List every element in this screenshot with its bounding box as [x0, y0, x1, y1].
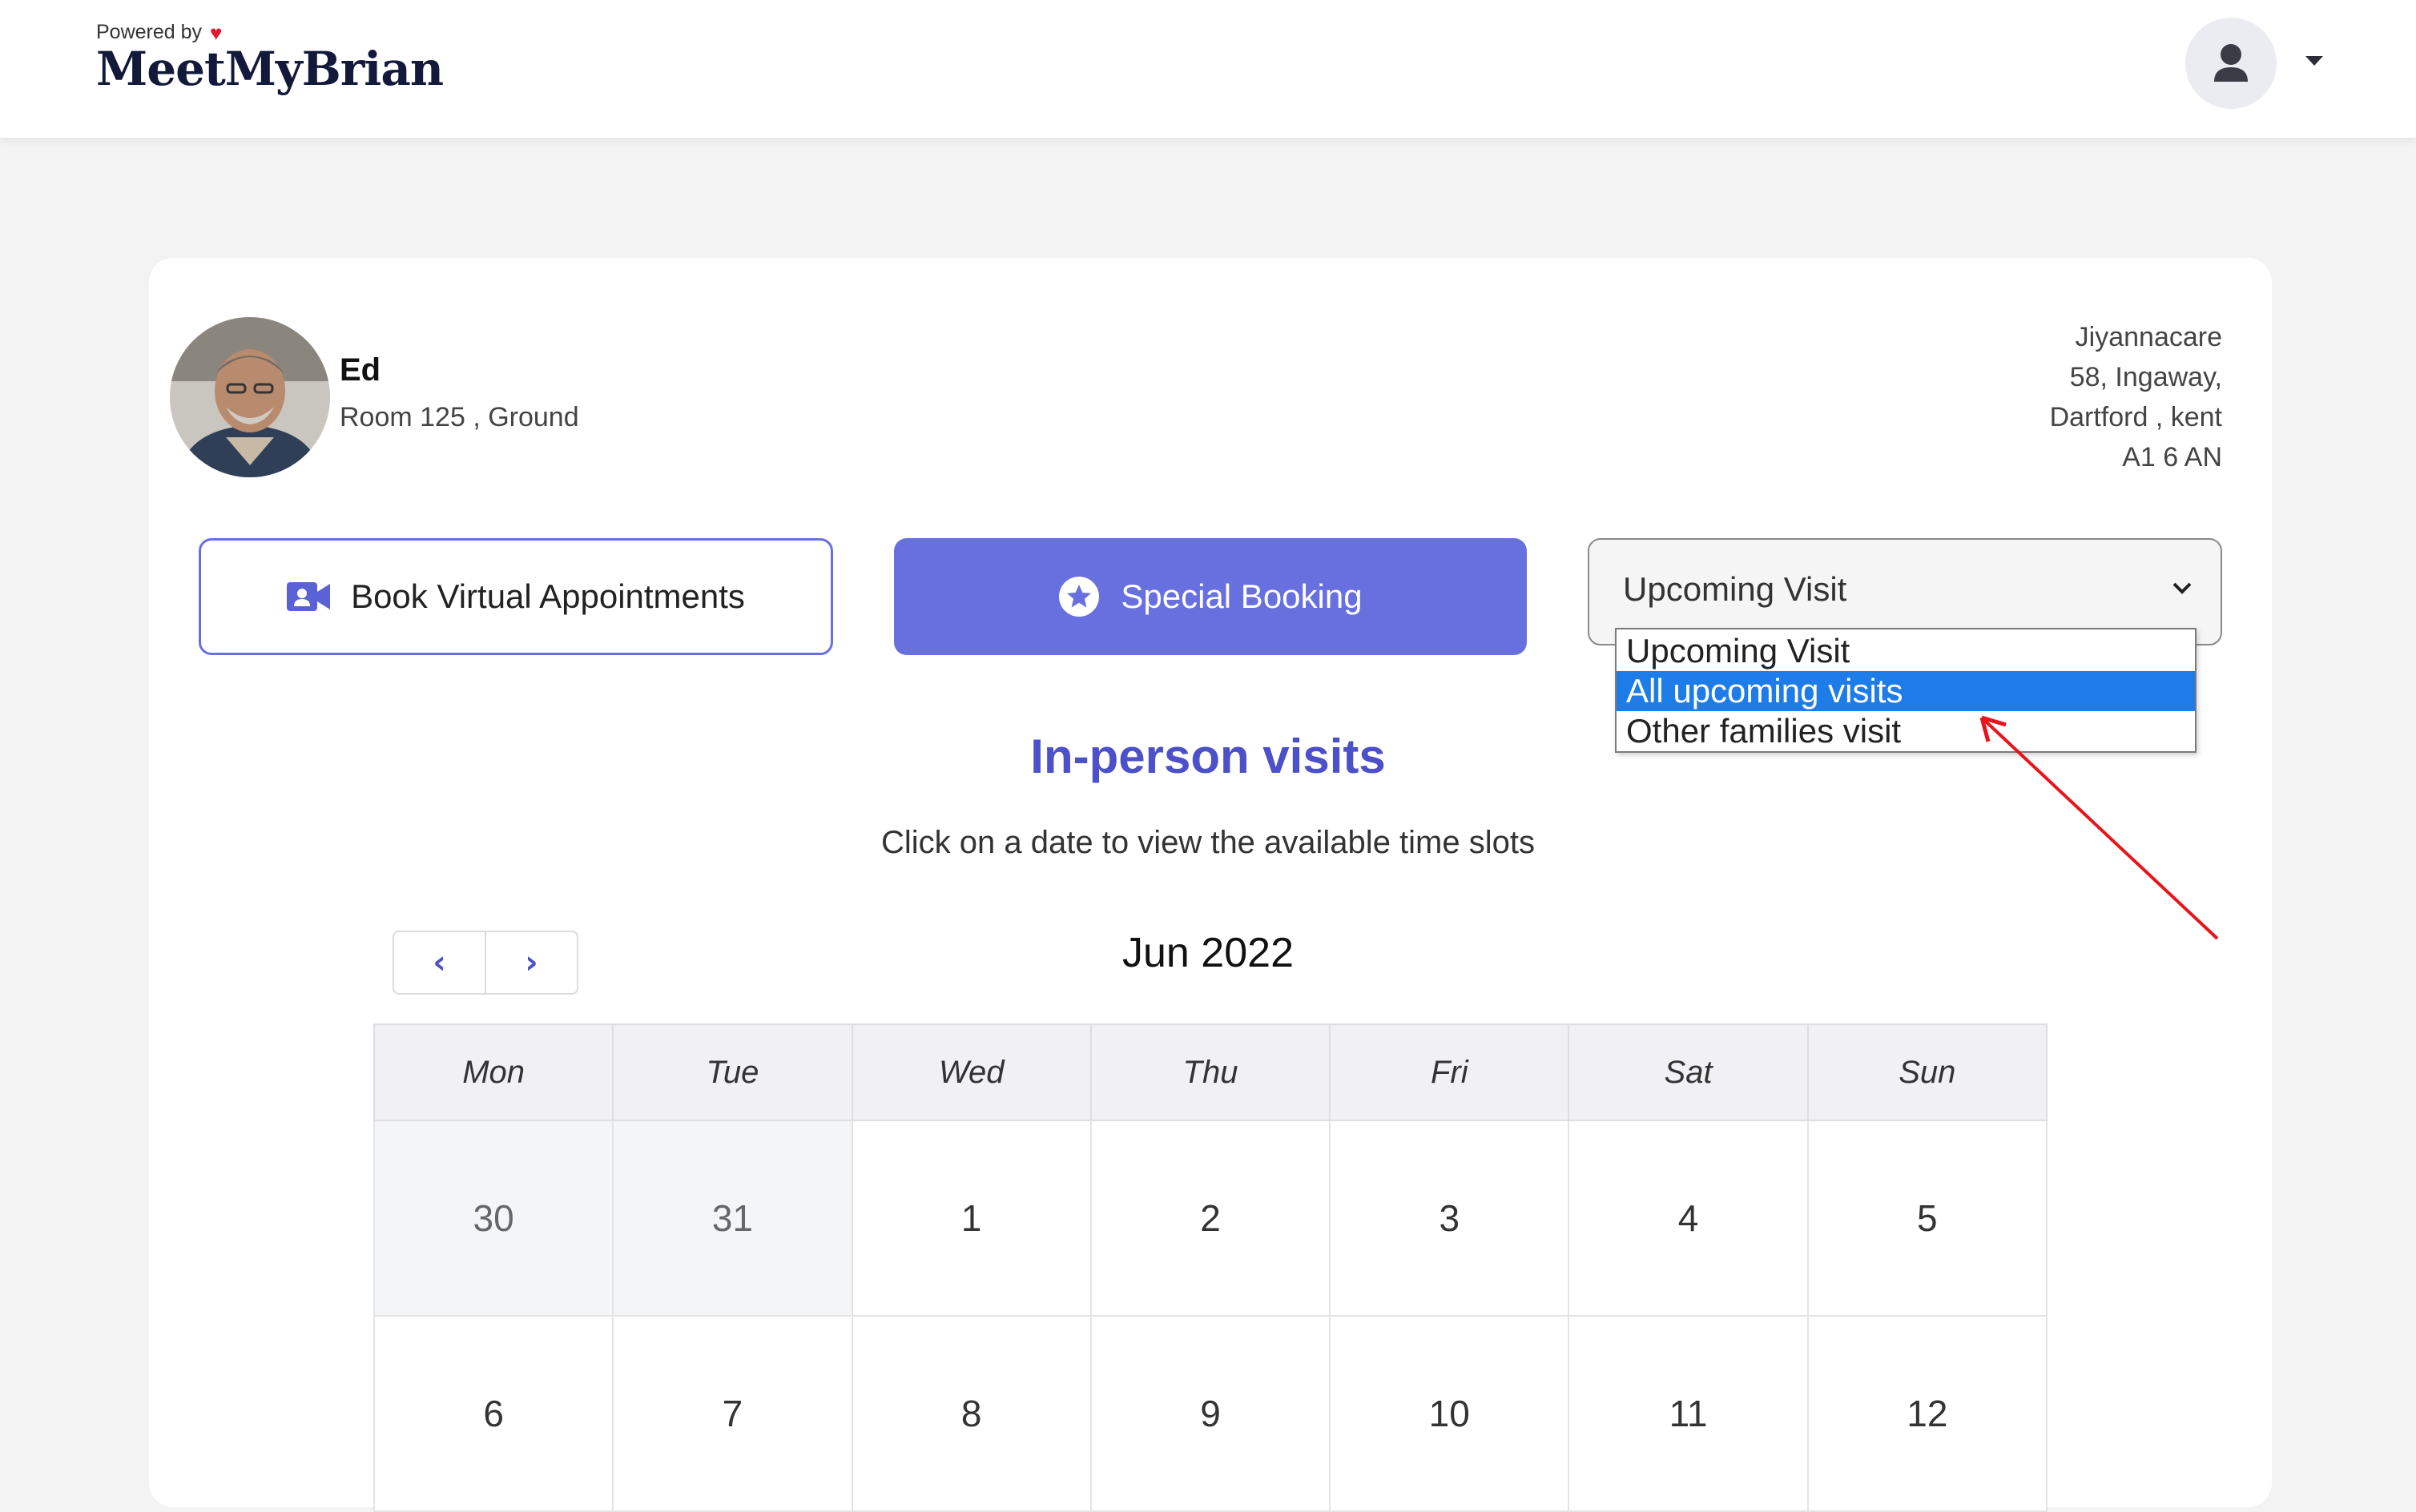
calendar-day[interactable]: 2	[1089, 1120, 1331, 1317]
calendar-day[interactable]: 1	[851, 1120, 1092, 1317]
weekday-header: Tue	[612, 1023, 853, 1121]
calendar-day[interactable]: 3	[1329, 1120, 1570, 1317]
powered-by-text: Powered by	[96, 21, 203, 43]
resident-name: Ed	[340, 352, 381, 388]
visit-filter-value: Upcoming Visit	[1623, 570, 1847, 608]
brand-logo[interactable]: MeetMyBrian	[96, 42, 444, 96]
special-booking-button[interactable]: Special Booking	[894, 538, 1527, 655]
user-icon	[2214, 44, 2248, 82]
calendar-day[interactable]: 8	[851, 1315, 1092, 1512]
chevron-down-icon	[2172, 582, 2192, 594]
weekday-header: Sun	[1806, 1023, 2048, 1121]
book-virtual-label: Book Virtual Appointments	[351, 577, 745, 615]
calendar-day[interactable]: 9	[1089, 1315, 1331, 1512]
powered-by: Powered by ♥	[96, 21, 222, 44]
calendar-day[interactable]: 12	[1806, 1315, 2048, 1512]
option-all-upcoming-visits[interactable]: All upcoming visits	[1617, 671, 2195, 711]
address-line: 58, Ingaway,	[2069, 362, 2222, 392]
calendar-month-label: Jun 2022	[1122, 930, 1294, 976]
calendar-day[interactable]: 30	[372, 1120, 614, 1317]
page-subtitle: Click on a date to view the available ti…	[881, 825, 1535, 860]
calendar-day[interactable]: 31	[612, 1120, 853, 1317]
book-virtual-appointments-button[interactable]: Book Virtual Appointments	[199, 538, 833, 655]
calendar-grid: Mon Tue Wed Thu Fri Sat Sun 30 31 1 2 3 …	[372, 1023, 2048, 1512]
calendar-week-row: 30 31 1 2 3 4 5	[372, 1120, 2048, 1317]
address-line: A1 6 AN	[2122, 442, 2222, 472]
calendar-day[interactable]: 5	[1806, 1120, 2048, 1317]
resident-avatar	[170, 317, 330, 477]
weekday-header: Wed	[851, 1023, 1092, 1121]
calendar-day[interactable]: 6	[372, 1315, 614, 1512]
heart-icon: ♥	[210, 20, 223, 45]
calendar-day[interactable]: 11	[1568, 1315, 1809, 1512]
weekday-header-row: Mon Tue Wed Thu Fri Sat Sun	[372, 1023, 2048, 1121]
weekday-header: Mon	[372, 1023, 614, 1121]
calendar-day[interactable]: 7	[612, 1315, 853, 1512]
calendar-day[interactable]: 4	[1568, 1120, 1809, 1317]
star-circle-icon	[1059, 577, 1100, 617]
care-home-address: Jiyannacare 58, Ingaway, Dartford , kent…	[2050, 317, 2222, 477]
weekday-header: Fri	[1329, 1023, 1570, 1121]
video-user-icon	[287, 582, 331, 611]
address-line: Jiyannacare	[2075, 322, 2222, 352]
top-header: Powered by ♥ MeetMyBrian	[0, 0, 2416, 138]
address-line: Dartford , kent	[2049, 402, 2222, 432]
user-avatar-button[interactable]	[2185, 18, 2277, 109]
option-upcoming-visit[interactable]: Upcoming Visit	[1617, 631, 2195, 671]
page-title: In-person visits	[1030, 730, 1386, 783]
weekday-header: Sat	[1568, 1023, 1809, 1121]
caret-down-icon[interactable]	[2305, 56, 2323, 66]
special-booking-label: Special Booking	[1121, 577, 1363, 615]
calendar-day[interactable]: 10	[1329, 1315, 1570, 1512]
weekday-header: Thu	[1089, 1023, 1331, 1121]
resident-room: Room 125 , Ground	[340, 402, 579, 432]
calendar-week-row: 6 7 8 9 10 11 12	[372, 1315, 2048, 1512]
